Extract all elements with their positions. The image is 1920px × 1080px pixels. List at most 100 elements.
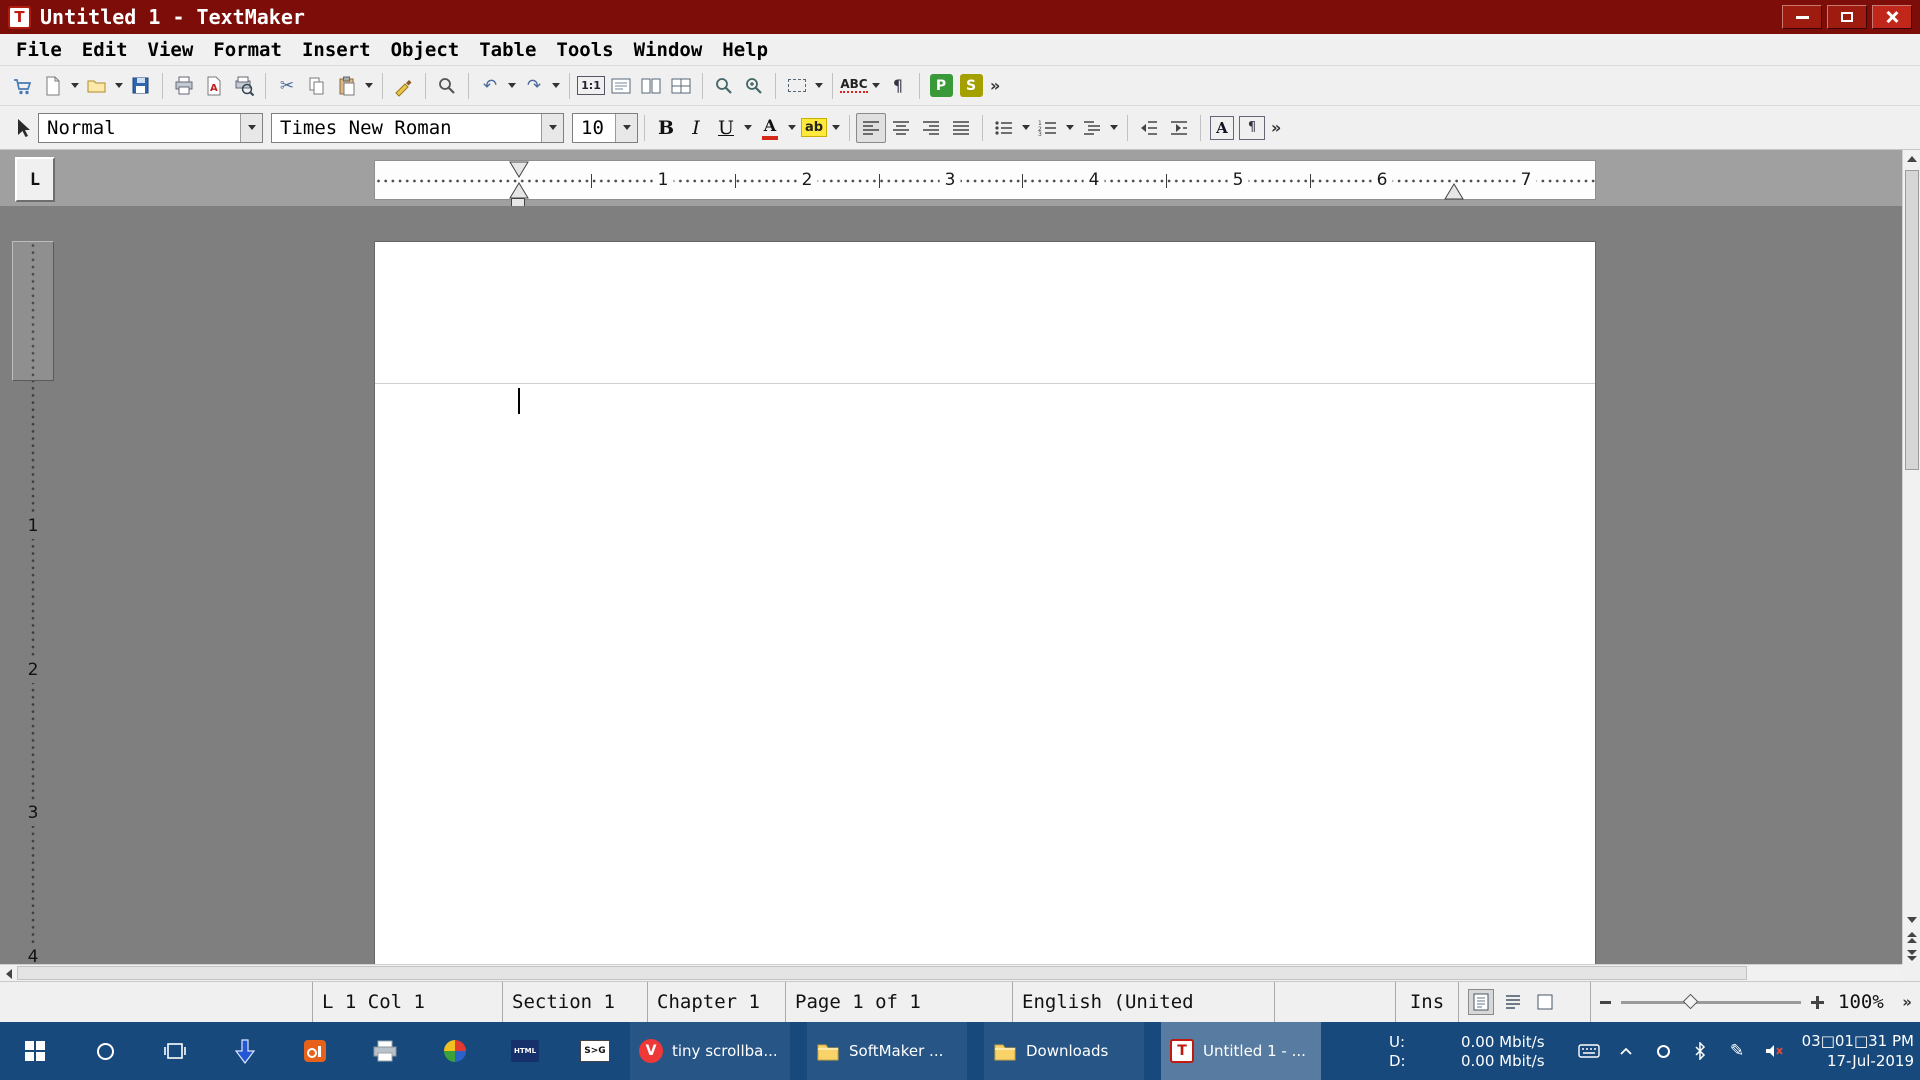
status-page[interactable]: Page 1 of 1: [785, 982, 1012, 1022]
vertical-scrollbar[interactable]: [1902, 150, 1920, 964]
insert-frame-dropdown[interactable]: [812, 71, 826, 101]
paste-dropdown[interactable]: [362, 71, 376, 101]
orange-app-icon[interactable]: [280, 1022, 350, 1080]
bold-button[interactable]: B: [651, 113, 681, 143]
scroll-up-button[interactable]: [1903, 150, 1920, 167]
taskbar-task-downloads-folder[interactable]: Downloads: [984, 1022, 1144, 1080]
spellcheck-dropdown[interactable]: [869, 71, 883, 101]
toolbar-overflow-button[interactable]: »: [990, 76, 1000, 95]
new-document-button[interactable]: [38, 71, 68, 101]
menu-format[interactable]: Format: [203, 37, 292, 63]
restore-button[interactable]: [1827, 5, 1867, 29]
paragraph-style-select[interactable]: Normal: [38, 113, 263, 143]
horizontal-scrollbar[interactable]: [0, 964, 1902, 981]
open-button[interactable]: [82, 71, 112, 101]
zoom-in-tool-button[interactable]: [739, 71, 769, 101]
zoom-original-button[interactable]: 1:1: [576, 71, 606, 101]
volume-button[interactable]: [1759, 1022, 1789, 1080]
bullet-list-dropdown[interactable]: [1019, 113, 1033, 143]
insert-frame-button[interactable]: [782, 71, 812, 101]
left-indent-marker[interactable]: [508, 161, 530, 203]
new-document-dropdown[interactable]: [68, 71, 82, 101]
object-mode-button[interactable]: [8, 113, 38, 143]
outline-list-button[interactable]: [1077, 113, 1107, 143]
html-app-icon[interactable]: HTML: [490, 1022, 560, 1080]
taskbar-task-textmaker[interactable]: T Untitled 1 - ...: [1161, 1022, 1321, 1080]
previous-page-button[interactable]: [1903, 929, 1920, 946]
undo-dropdown[interactable]: [505, 71, 519, 101]
zoom-level[interactable]: 100%: [1838, 991, 1884, 1013]
menu-object[interactable]: Object: [381, 37, 470, 63]
font-size-select[interactable]: 10: [572, 113, 638, 143]
justify-button[interactable]: [946, 113, 976, 143]
hidden-icons-button[interactable]: [1611, 1022, 1641, 1080]
status-section[interactable]: Section 1: [502, 982, 647, 1022]
view-single-page-button[interactable]: [606, 71, 636, 101]
cut-button[interactable]: ✂: [272, 71, 302, 101]
status-insert-mode[interactable]: Ins: [1395, 982, 1458, 1022]
highlight-button[interactable]: ab: [799, 113, 829, 143]
font-color-dropdown[interactable]: [785, 113, 799, 143]
minimize-button[interactable]: [1782, 5, 1822, 29]
start-button[interactable]: [0, 1022, 70, 1080]
status-overflow-button[interactable]: »: [1890, 982, 1920, 1022]
zoom-slider[interactable]: [1621, 1001, 1801, 1004]
menu-insert[interactable]: Insert: [292, 37, 381, 63]
save-button[interactable]: [126, 71, 156, 101]
menu-table[interactable]: Table: [469, 37, 546, 63]
underline-button[interactable]: U: [711, 113, 741, 143]
numbered-list-dropdown[interactable]: [1063, 113, 1077, 143]
chevron-down-icon[interactable]: [541, 114, 563, 142]
increase-indent-button[interactable]: [1164, 113, 1194, 143]
zoom-out-icon[interactable]: [1600, 1001, 1611, 1004]
drop-caps-button[interactable]: A: [1207, 113, 1237, 143]
view-grid-button[interactable]: [666, 71, 696, 101]
formatting-marks-button[interactable]: ¶: [883, 71, 913, 101]
task-view-button[interactable]: [140, 1022, 210, 1080]
highlight-dropdown[interactable]: [829, 113, 843, 143]
print-button[interactable]: [169, 71, 199, 101]
status-language[interactable]: English (United: [1012, 982, 1274, 1022]
document-page[interactable]: [374, 241, 1596, 964]
status-chapter[interactable]: Chapter 1: [647, 982, 785, 1022]
spellcheck-button[interactable]: ABC: [839, 71, 869, 101]
chevron-down-icon[interactable]: [615, 114, 637, 142]
pen-settings-button[interactable]: ✎: [1722, 1022, 1752, 1080]
view-normal-button[interactable]: [1468, 989, 1494, 1015]
download-arrow-app-icon[interactable]: [210, 1022, 280, 1080]
cortana-button[interactable]: [70, 1022, 140, 1080]
decrease-indent-button[interactable]: [1134, 113, 1164, 143]
menu-file[interactable]: File: [6, 37, 72, 63]
view-two-pages-button[interactable]: [636, 71, 666, 101]
printer-app-icon[interactable]: [350, 1022, 420, 1080]
redo-button[interactable]: ↷: [519, 71, 549, 101]
zoom-slider-thumb[interactable]: [1683, 993, 1699, 1009]
vertical-ruler[interactable]: 1 2 3 4: [12, 206, 54, 964]
menu-help[interactable]: Help: [712, 37, 778, 63]
outline-list-dropdown[interactable]: [1107, 113, 1121, 143]
view-fullscreen-button[interactable]: [1532, 989, 1558, 1015]
menu-tools[interactable]: Tools: [546, 37, 623, 63]
print-preview-button[interactable]: [229, 71, 259, 101]
status-cursor-position[interactable]: L 1 Col 1: [312, 982, 502, 1022]
zoom-tool-button[interactable]: [709, 71, 739, 101]
undo-button[interactable]: ↶: [475, 71, 505, 101]
horizontal-scroll-thumb[interactable]: [17, 966, 1747, 980]
palette-app-icon[interactable]: [420, 1022, 490, 1080]
paragraph-settings-button[interactable]: ¶: [1237, 113, 1267, 143]
touch-keyboard-button[interactable]: [1574, 1022, 1604, 1080]
menu-view[interactable]: View: [138, 37, 204, 63]
scroll-down-button[interactable]: [1903, 911, 1920, 928]
font-name-select[interactable]: Times New Roman: [271, 113, 564, 143]
taskbar-clock[interactable]: 03□01□31 PM 17-Jul-2019: [1796, 1031, 1914, 1072]
italic-button[interactable]: I: [681, 113, 711, 143]
export-pdf-button[interactable]: A: [199, 71, 229, 101]
taskbar-task-vivaldi[interactable]: V tiny scrollba...: [630, 1022, 790, 1080]
zoom-in-icon[interactable]: [1811, 996, 1824, 1009]
close-button[interactable]: [1872, 5, 1912, 29]
copy-button[interactable]: [302, 71, 332, 101]
next-page-button[interactable]: [1903, 947, 1920, 964]
align-right-button[interactable]: [916, 113, 946, 143]
format-painter-button[interactable]: [389, 71, 419, 101]
numbered-list-button[interactable]: 123: [1033, 113, 1063, 143]
